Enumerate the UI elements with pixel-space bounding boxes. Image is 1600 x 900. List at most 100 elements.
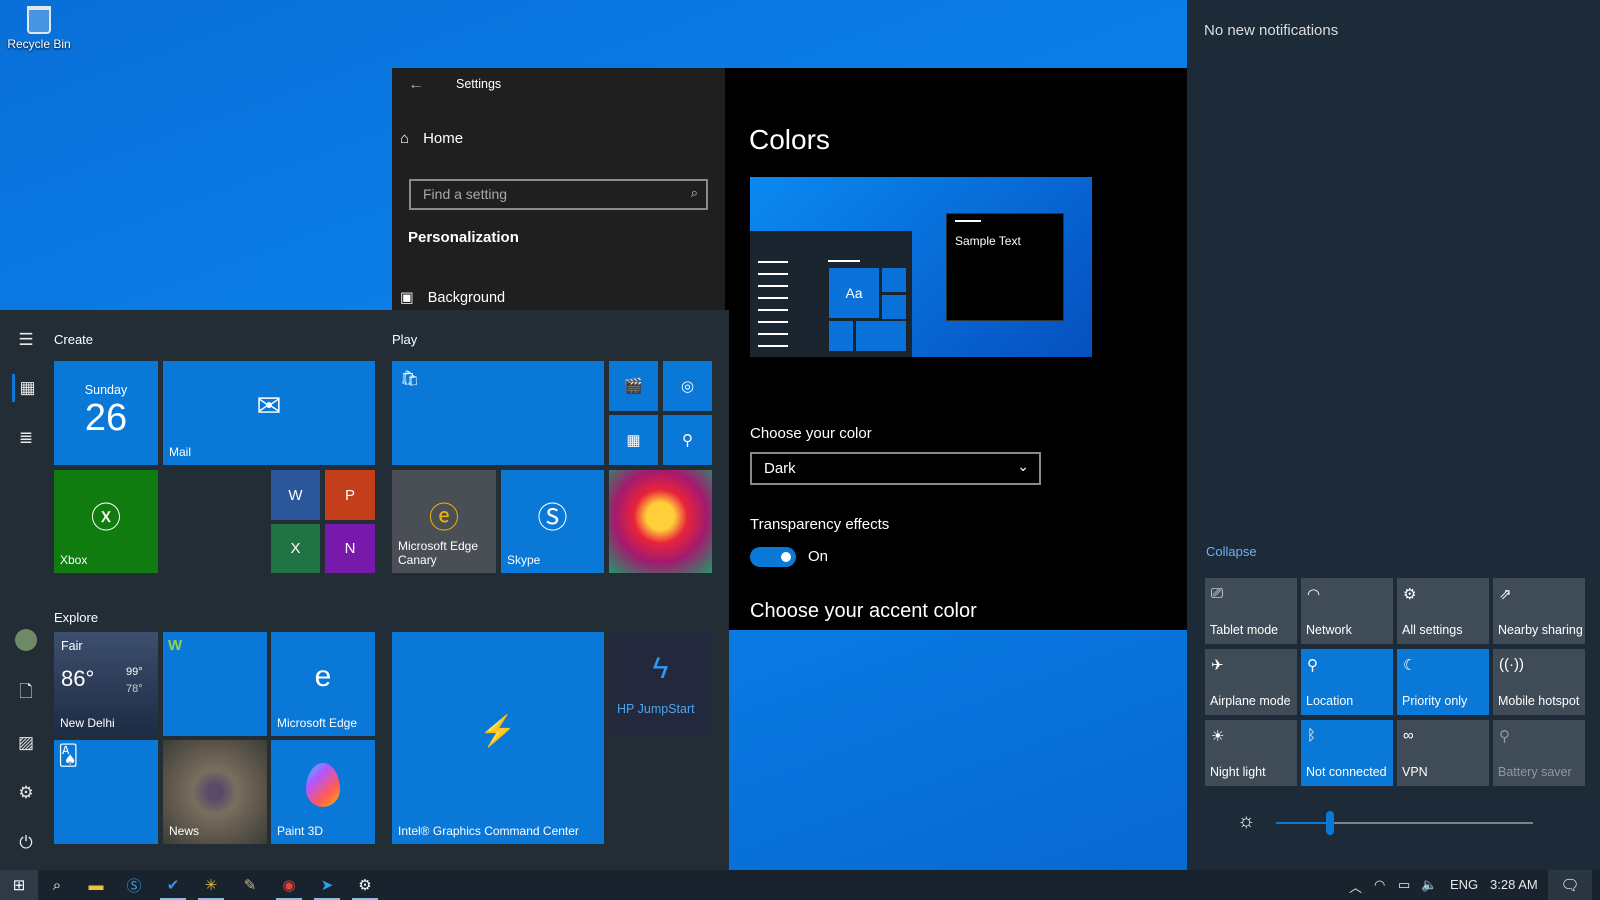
tile-edge-canary[interactable]: ⓔ Microsoft Edge Canary <box>392 470 496 573</box>
vpn-icon: ∞ <box>1403 727 1414 744</box>
calculator-icon: ▦ <box>626 432 641 449</box>
quick-action-battery-saver[interactable]: ⚲ Battery saver <box>1493 720 1585 786</box>
tile-label: Intel® Graphics Command Center <box>398 824 579 838</box>
quick-action-airplane-mode[interactable]: ✈ Airplane mode <box>1205 649 1297 715</box>
wifi-icon[interactable]: ◠ <box>1374 877 1385 893</box>
hamburger-icon[interactable]: ☰ <box>12 326 40 354</box>
volume-icon[interactable]: 🔈 <box>1421 877 1437 893</box>
gear-icon: ⚙ <box>1403 586 1417 603</box>
file-explorer-icon[interactable]: ▬ <box>77 870 115 900</box>
chrome-icon[interactable]: ◉ <box>270 870 308 900</box>
tile-mail[interactable]: ✉ Mail <box>163 361 375 465</box>
back-arrow-icon[interactable]: ← <box>408 76 424 94</box>
store-icon: 🛍 <box>400 370 420 387</box>
language-indicator[interactable]: ENG <box>1450 877 1478 892</box>
location-icon: ⚲ <box>1307 657 1318 674</box>
transparency-label: Transparency effects <box>750 516 890 533</box>
nav-background-label: Background <box>427 290 506 306</box>
quick-action-nearby-sharing[interactable]: ⇗ Nearby sharing <box>1493 578 1585 644</box>
avatar[interactable] <box>15 629 37 651</box>
start-button[interactable]: ⊞ <box>0 870 38 900</box>
brightness-slider[interactable] <box>1276 811 1533 835</box>
tile-photo[interactable] <box>609 470 712 573</box>
intel-graphics-icon: ⚡ <box>479 714 517 748</box>
telegram-icon[interactable]: ➤ <box>308 870 346 900</box>
collapse-link[interactable]: Collapse <box>1206 544 1257 559</box>
tile-movies[interactable]: 🎬 <box>609 361 658 411</box>
quick-action-label: Mobile hotspot <box>1498 694 1580 708</box>
search-placeholder: Find a setting <box>423 186 508 202</box>
tile-intel[interactable]: ⚡ Intel® Graphics Command Center <box>392 632 604 844</box>
tile-skype[interactable]: Ⓢ Skype <box>501 470 604 573</box>
tile-calendar[interactable]: Sunday 26 <box>54 361 158 465</box>
quick-action-all-settings[interactable]: ⚙ All settings <box>1397 578 1489 644</box>
pictures-icon[interactable]: ▨ <box>12 729 40 757</box>
notifications-button[interactable]: 🗨 <box>1548 870 1592 900</box>
nav-home[interactable]: ⌂ Home <box>400 130 463 147</box>
tile-excel[interactable]: X <box>271 524 320 573</box>
tile-edge[interactable]: e Microsoft Edge <box>271 632 375 736</box>
brightness-fill <box>1276 822 1330 824</box>
quick-action-priority-only[interactable]: ☾ Priority only <box>1397 649 1489 715</box>
all-apps-icon[interactable]: ≣ <box>12 424 40 452</box>
tile-solitaire[interactable]: 🂡 <box>54 740 158 844</box>
tile-xbox[interactable]: ⓧ Xbox <box>54 470 158 573</box>
powerpoint-icon: P <box>344 486 355 504</box>
section-heading: Personalization <box>408 229 519 246</box>
edge-icon: e <box>314 660 332 693</box>
settings-gear-icon[interactable]: ⚙ <box>12 779 40 807</box>
show-hidden-icons[interactable]: ︿ <box>1349 877 1362 896</box>
tile-paint3d[interactable]: Paint 3D <box>271 740 375 844</box>
tile-store[interactable]: 🛍 <box>392 361 604 465</box>
search-icon[interactable]: ⌕ <box>691 185 698 201</box>
slack-icon[interactable]: ✳ <box>192 870 230 900</box>
search-input[interactable]: Find a setting ⌕ <box>409 179 708 210</box>
brightness-thumb[interactable] <box>1325 811 1334 835</box>
todo-icon[interactable]: ✔ <box>154 870 192 900</box>
quick-action-location[interactable]: ⚲ Location <box>1301 649 1393 715</box>
tile-weather[interactable]: Fair 86° 99° 78° New Delhi <box>54 632 158 736</box>
quick-action-mobile-hotspot[interactable]: ((·)) Mobile hotspot <box>1493 649 1585 715</box>
power-icon[interactable]: ⏻ <box>12 829 40 857</box>
color-preview: Aa Sample Text <box>750 177 1092 357</box>
search-button[interactable]: ⌕ <box>38 870 76 900</box>
quick-action-vpn[interactable]: ∞ VPN <box>1397 720 1489 786</box>
paint-icon[interactable]: ✎ <box>231 870 269 900</box>
tile-maps[interactable]: ⚲ <box>663 415 712 465</box>
tile-w-app[interactable]: W <box>163 632 267 736</box>
battery-icon[interactable]: ▭ <box>1398 877 1410 893</box>
tile-word[interactable]: W <box>271 470 320 520</box>
settings-content: Colors Aa Sample Text Choose your color … <box>725 68 1187 630</box>
clock[interactable]: 3:28 AM <box>1490 877 1538 892</box>
paint3d-icon <box>271 740 375 830</box>
tile-news[interactable]: News <box>163 740 267 844</box>
toggle-state: On <box>808 548 829 565</box>
quick-action-not-connected[interactable]: ᛒ Not connected <box>1301 720 1393 786</box>
tiles-icon[interactable]: ▦ <box>12 374 40 402</box>
settings-taskbar-icon[interactable]: ⚙ <box>346 870 384 900</box>
quick-action-tablet-mode[interactable]: ⎚ Tablet mode <box>1205 578 1297 644</box>
recycle-bin[interactable]: Recycle Bin <box>6 4 72 51</box>
skype-taskbar-icon[interactable]: Ⓢ <box>115 870 153 900</box>
documents-icon[interactable]: 🗋 <box>12 679 40 707</box>
nav-background[interactable]: ▣ Background <box>400 290 505 306</box>
page-title: Colors <box>749 124 830 155</box>
battery-saver-icon: ⚲ <box>1499 728 1510 745</box>
accent-heading: Choose your accent color <box>750 600 977 622</box>
maps-icon: ⚲ <box>682 432 693 449</box>
tile-onenote[interactable]: N <box>325 524 375 573</box>
transparency-toggle[interactable] <box>750 547 796 567</box>
choose-color-dropdown[interactable]: Dark ⌄ <box>750 452 1041 485</box>
tile-label: Paint 3D <box>277 824 324 838</box>
tile-powerpoint[interactable]: P <box>325 470 375 520</box>
quick-action-network[interactable]: ◠ Network <box>1301 578 1393 644</box>
network-icon: ◠ <box>1307 586 1321 603</box>
tile-hp-jumpstart[interactable]: ϟ HP JumpStart <box>609 632 712 736</box>
quick-action-label: Night light <box>1210 765 1266 779</box>
tile-calculator[interactable]: ▦ <box>609 415 658 465</box>
home-icon: ⌂ <box>400 130 410 147</box>
quick-action-label: Nearby sharing <box>1498 623 1583 637</box>
tile-groove[interactable]: ◎ <box>663 361 712 411</box>
tile-label: News <box>169 824 200 838</box>
quick-action-night-light[interactable]: ☀ Night light <box>1205 720 1297 786</box>
